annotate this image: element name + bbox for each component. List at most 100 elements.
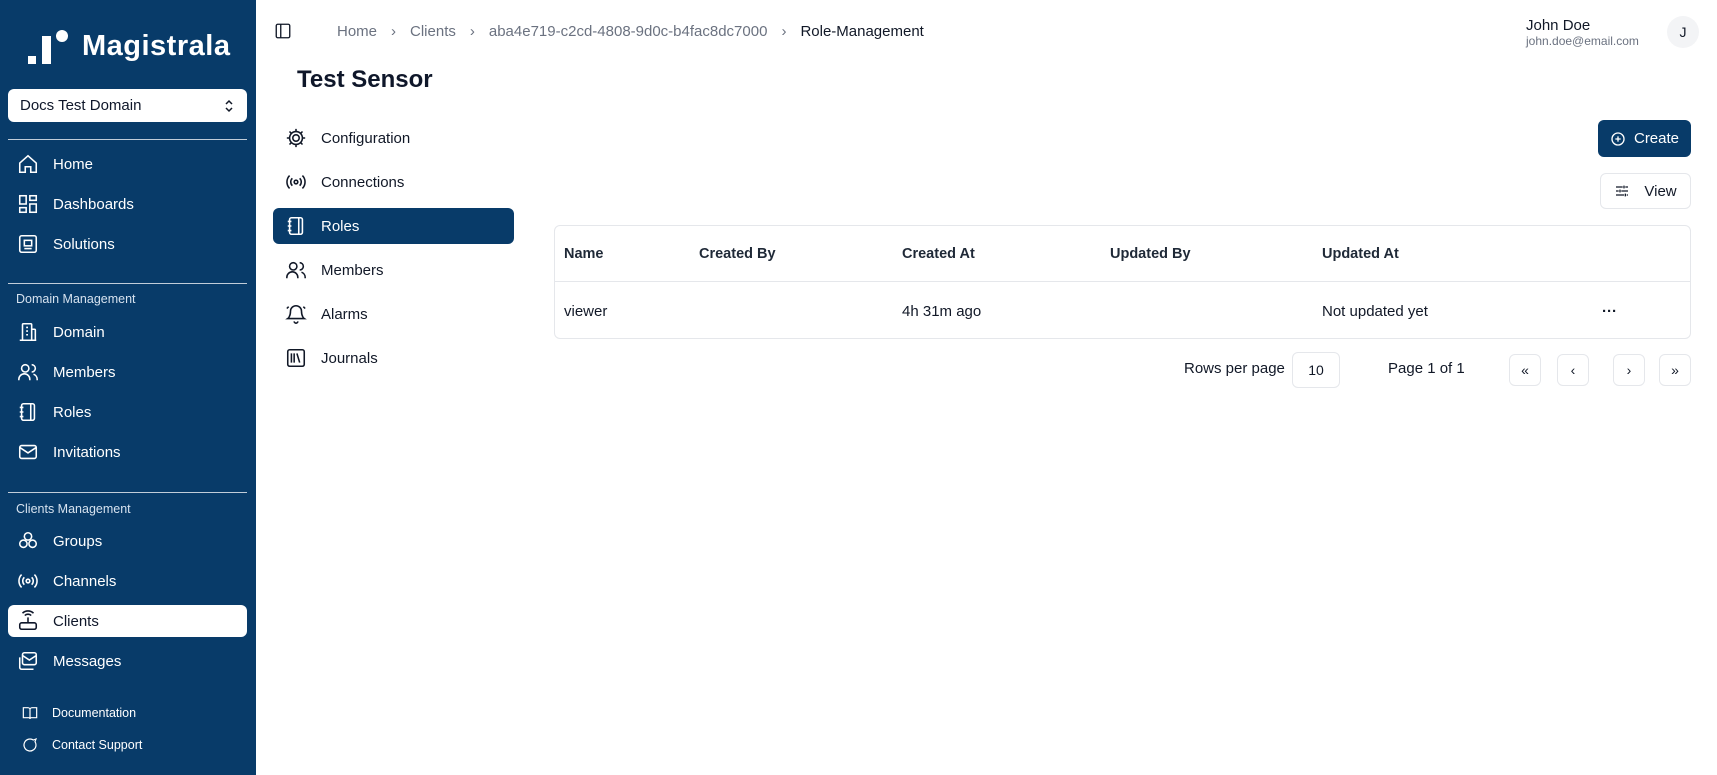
sidebar-item-roles[interactable]: Roles [8,396,247,428]
sidebar-item-invitations[interactable]: Invitations [8,436,247,468]
chevron-right-icon: › [469,23,475,40]
sidebar-item-clients[interactable]: Clients [8,605,247,637]
last-page-button[interactable]: » [1659,354,1691,386]
first-page-button[interactable]: « [1509,354,1541,386]
sidebar-item-groups[interactable]: Groups [8,525,247,557]
tab-journals[interactable]: Journals [273,340,514,376]
dashboard-icon [18,194,38,214]
tab-alarms[interactable]: Alarms [273,296,514,332]
sidebar-link-label: Documentation [52,706,137,720]
sidebar-item-dashboards[interactable]: Dashboards [8,188,247,220]
building-icon [19,322,37,342]
sliders-icon [1616,185,1629,197]
book-icon [22,707,38,720]
users-icon [286,261,306,279]
tab-label: Members [321,261,384,279]
sidebar-divider [8,283,247,284]
column-header-created-by[interactable]: Created By [699,226,776,282]
tab-label: Configuration [321,129,411,147]
sidebar-divider [8,139,247,140]
settings-icon [286,128,306,148]
breadcrumb-clients[interactable]: Clients [410,23,456,40]
cell-created-at: 4h 31m ago [902,302,982,320]
sidebar-link-contact-support[interactable]: Contact Support [22,737,142,753]
tab-label: Alarms [321,305,368,323]
tab-members[interactable]: Members [273,252,514,288]
chat-icon [23,737,38,752]
messages-icon [18,651,38,671]
home-icon [18,154,38,174]
create-button-label: Create [1633,130,1680,147]
tab-configuration[interactable]: Configuration [273,120,514,156]
column-header-name[interactable]: Name [564,226,604,282]
table-header-row: Name Created By Created At Updated By Up… [555,226,1690,282]
column-header-created-at[interactable]: Created At [902,226,975,282]
chevron-right-icon: › [391,23,397,40]
mail-icon [18,444,38,460]
brand-logo[interactable]: Magistrala [26,28,230,64]
rows-per-page-label: Rows per page [1184,360,1285,377]
table-row[interactable]: viewer 4h 31m ago Not updated yet ··· [555,283,1690,339]
avatar[interactable]: J [1667,16,1699,48]
rows-per-page-select[interactable]: 10 [1292,352,1340,388]
breadcrumb-client-id[interactable]: aba4e719-c2cd-4808-9d0c-b4fac8dc7000 [489,23,768,40]
sidebar-item-messages[interactable]: Messages [8,645,247,677]
sidebar-item-label: Home [53,155,94,173]
user-name: John Doe [1526,17,1591,34]
page-info: Page 1 of 1 [1388,360,1465,377]
sidebar-item-label: Invitations [53,443,121,461]
notebook-icon [19,402,36,422]
solutions-icon [18,234,38,254]
bell-icon [285,305,307,324]
previous-page-button[interactable]: ‹ [1557,354,1589,386]
notebook-icon [287,216,304,236]
sidebar-item-label: Channels [53,572,117,590]
library-icon [286,348,306,368]
sidebar-link-documentation[interactable]: Documentation [22,705,136,721]
tab-label: Roles [321,217,360,235]
sidebar-item-domain[interactable]: Domain [8,316,247,348]
sidebar-item-label: Roles [53,403,92,421]
sidebar-item-label: Groups [53,532,103,550]
breadcrumb-current: Role-Management [800,23,924,40]
domain-select[interactable]: Docs Test Domain [8,89,247,122]
sidebar-toggle-icon[interactable] [274,22,292,40]
next-page-button[interactable]: › [1613,354,1645,386]
roles-table: Name Created By Created At Updated By Up… [554,225,1691,339]
cell-updated-at: Not updated yet [1322,302,1428,320]
sidebar-item-label: Solutions [53,235,115,253]
chevron-right-icon: › [781,23,787,40]
broadcast-icon [18,574,38,588]
plus-circle-icon [1611,131,1625,146]
row-actions-icon[interactable]: ··· [1602,283,1617,339]
tab-roles[interactable]: Roles [273,208,514,244]
group-label-clients: Clients Management [16,502,131,516]
user-info[interactable]: John Doe john.doe@email.com [1526,18,1639,47]
column-header-updated-by[interactable]: Updated By [1110,226,1191,282]
groups-icon [18,531,38,549]
chevrons-up-down-icon [225,99,233,112]
page-title: Test Sensor [297,66,433,93]
domain-select-value: Docs Test Domain [20,97,142,114]
view-button[interactable]: View [1600,173,1691,209]
magistrala-logo-icon [26,28,70,64]
router-icon [18,610,38,631]
view-button-label: View [1644,182,1677,200]
column-header-updated-at[interactable]: Updated At [1322,226,1399,282]
cell-name: viewer [564,302,608,320]
sidebar-item-solutions[interactable]: Solutions [8,228,247,260]
tab-label: Journals [321,349,378,367]
sidebar-item-home[interactable]: Home [8,148,247,180]
sidebar-item-channels[interactable]: Channels [8,565,247,597]
breadcrumb: Home › Clients › aba4e719-c2cd-4808-9d0c… [337,23,924,40]
sidebar-item-label: Dashboards [53,195,134,213]
sidebar-item-label: Members [53,363,116,381]
tab-label: Connections [321,173,405,191]
users-icon [18,363,38,381]
group-label-domain: Domain Management [16,292,136,306]
create-button[interactable]: Create [1598,120,1691,157]
sidebar-item-members[interactable]: Members [8,356,247,388]
tab-connections[interactable]: Connections [273,164,514,200]
brand-name: Magistrala [82,29,231,62]
breadcrumb-home[interactable]: Home [337,23,377,40]
